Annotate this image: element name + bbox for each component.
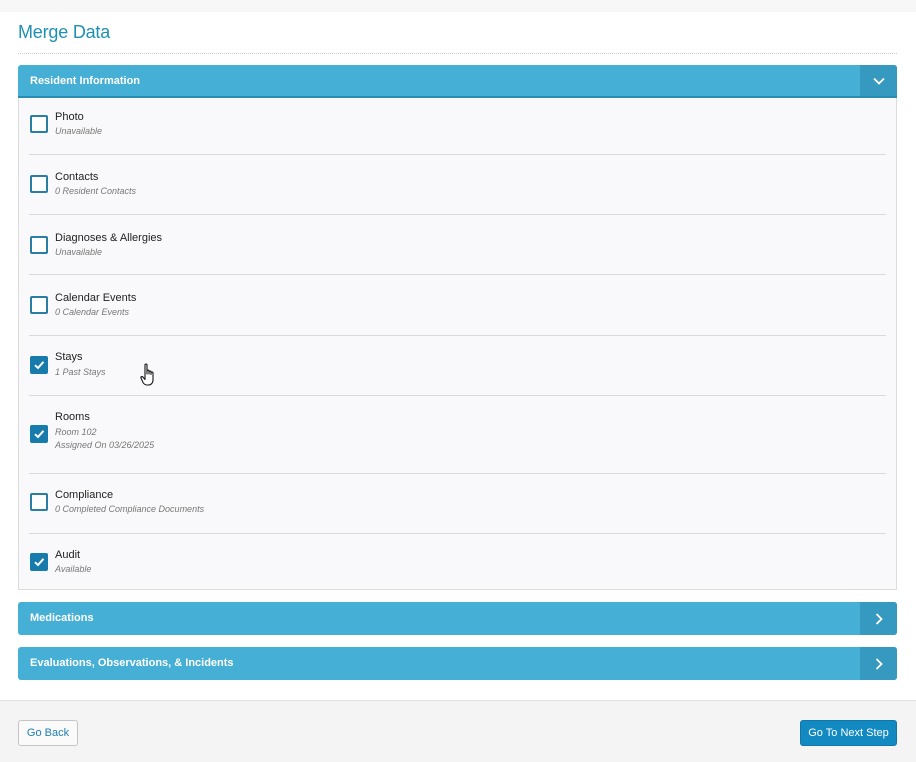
chevron-down-icon[interactable] — [860, 65, 897, 96]
item-label: Stays — [55, 351, 83, 363]
title-divider — [18, 53, 897, 54]
check-icon — [34, 558, 45, 567]
chevron-right-icon[interactable] — [860, 602, 897, 635]
page-title: Merge Data — [18, 22, 111, 42]
item-sub: 0 Resident Contacts — [55, 186, 137, 196]
section-label: Medications — [30, 612, 94, 624]
item-sub: Unavailable — [55, 247, 103, 257]
resident-information-panel: Photo Unavailable Contacts 0 Resident Co… — [18, 98, 897, 590]
row-divider — [29, 214, 886, 215]
calendar-events-checkbox[interactable] — [30, 296, 48, 314]
stays-checkbox[interactable] — [30, 356, 48, 374]
footer-bar: Go Back Go To Next Step — [0, 700, 916, 762]
row-divider — [29, 533, 886, 534]
section-header-medications[interactable]: Medications — [18, 602, 897, 635]
diagnoses-allergies-checkbox[interactable] — [30, 236, 48, 254]
item-sub: 0 Completed Compliance Documents — [55, 504, 205, 514]
check-icon — [34, 361, 45, 370]
item-sub: Unavailable — [55, 126, 103, 136]
row-divider — [29, 274, 886, 275]
row-divider — [29, 154, 886, 155]
item-label: Compliance — [55, 489, 114, 501]
contacts-checkbox[interactable] — [30, 175, 48, 193]
check-icon — [34, 430, 45, 439]
go-back-button[interactable]: Go Back — [18, 720, 78, 746]
item-sub: Available — [55, 564, 92, 574]
section-label: Resident Information — [30, 75, 141, 87]
audit-checkbox[interactable] — [30, 553, 48, 571]
item-label: Diagnoses & Allergies — [55, 232, 163, 244]
chevron-right-icon[interactable] — [860, 647, 897, 680]
item-sub: Room 102 — [55, 427, 97, 437]
merge-data-page: Merge Data Resident Information Photo Un… — [0, 0, 916, 762]
hand-cursor-icon — [140, 363, 154, 386]
row-divider — [29, 395, 886, 396]
item-label: Contacts — [55, 171, 99, 183]
section-label: Evaluations, Observations, & Incidents — [30, 657, 234, 669]
photo-checkbox[interactable] — [30, 115, 48, 133]
item-label: Photo — [55, 111, 84, 123]
row-divider — [29, 335, 886, 336]
item-sub: 0 Calendar Events — [55, 307, 130, 317]
section-header-evaluations-observations-incidents[interactable]: Evaluations, Observations, & Incidents — [18, 647, 897, 680]
item-sub: 1 Past Stays — [55, 367, 106, 377]
top-strip — [0, 0, 916, 12]
section-header-resident-information[interactable]: Resident Information — [18, 65, 897, 98]
compliance-checkbox[interactable] — [30, 493, 48, 511]
go-to-next-step-button[interactable]: Go To Next Step — [800, 720, 897, 746]
rooms-checkbox[interactable] — [30, 425, 48, 443]
row-divider — [29, 473, 886, 474]
item-label: Audit — [55, 549, 81, 561]
item-label: Calendar Events — [55, 292, 137, 304]
item-label: Rooms — [55, 411, 90, 423]
item-sub: Assigned On 03/26/2025 — [55, 440, 155, 450]
